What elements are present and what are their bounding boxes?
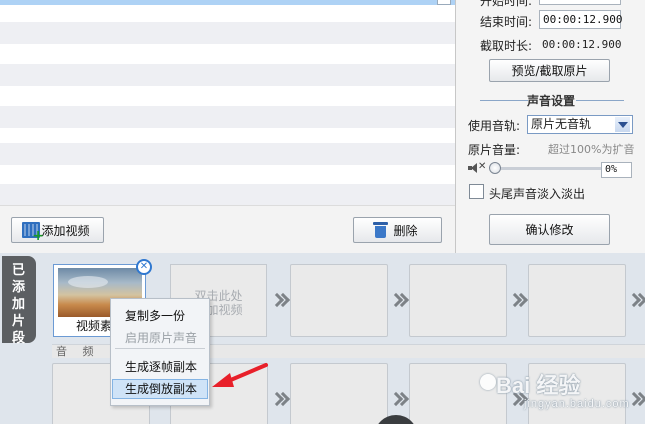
audio-track-selected: 原片无音轨 bbox=[531, 117, 592, 131]
chevron-right-icon bbox=[391, 393, 407, 407]
list-toolbar: 添加视频 删除 bbox=[0, 205, 455, 253]
clip-context-menu: 复制多一份 启用原片声音 生成逐帧副本 生成倒放副本 bbox=[110, 298, 210, 406]
end-time-label: 结束时间: bbox=[480, 15, 533, 29]
menu-item-duplicate[interactable]: 复制多一份 bbox=[112, 306, 208, 326]
delete-button[interactable]: 删除 bbox=[353, 217, 442, 243]
chevron-right-icon bbox=[391, 294, 407, 308]
watermark-logo: Bai 经验 bbox=[496, 373, 581, 398]
clip-settings-panel: 开始时间: 结束时间: 00:00:12.900 截取时长: 00:00:12.… bbox=[455, 0, 645, 253]
divider bbox=[576, 100, 624, 101]
volume-field[interactable]: 0% bbox=[601, 162, 632, 178]
empty-slot[interactable] bbox=[290, 264, 388, 337]
duration-value: 00:00:12.900 bbox=[542, 38, 622, 51]
add-video-button[interactable]: 添加视频 bbox=[11, 217, 104, 244]
list-row[interactable] bbox=[0, 44, 455, 66]
volume-slider-handle[interactable] bbox=[489, 162, 501, 174]
list-row[interactable] bbox=[0, 86, 455, 108]
add-video-label: 添加视频 bbox=[41, 223, 90, 238]
confirm-button[interactable]: 确认修改 bbox=[489, 214, 610, 245]
baidu-watermark: Bai 经验 jingyan.baidu.com bbox=[480, 368, 645, 424]
list-row[interactable] bbox=[0, 64, 455, 86]
menu-item-enable-source-audio: 启用原片声音 bbox=[125, 331, 198, 345]
trash-icon bbox=[373, 222, 388, 238]
video-file-list[interactable] bbox=[0, 0, 455, 205]
delete-label: 删除 bbox=[393, 223, 418, 238]
fade-label: 头尾声音淡入淡出 bbox=[489, 187, 586, 201]
end-time-field[interactable]: 00:00:12.900 bbox=[539, 10, 622, 29]
start-time-field[interactable] bbox=[539, 0, 621, 5]
audio-track-label: 使用音轨: bbox=[468, 119, 521, 133]
chevron-right-icon bbox=[272, 393, 288, 407]
duration-label: 截取时长: bbox=[480, 39, 533, 53]
menu-item-reverse-copy[interactable]: 生成倒放副本 bbox=[112, 379, 208, 399]
watermark-url: jingyan.baidu.com bbox=[524, 398, 630, 410]
annotation-arrow bbox=[212, 363, 268, 387]
list-row[interactable] bbox=[0, 184, 455, 205]
audio-track-select[interactable]: 原片无音轨 bbox=[527, 115, 633, 134]
close-icon[interactable]: ✕ bbox=[136, 259, 152, 275]
preview-cut-button[interactable]: 预览/截取原片 bbox=[489, 59, 610, 82]
editor-top-area: 添加视频 删除 开始时间: 结束时间: 00:00:12.900 截取时长: 0… bbox=[0, 0, 645, 253]
start-time-label: 开始时间: bbox=[480, 0, 533, 8]
chevron-right-icon bbox=[629, 294, 645, 308]
menu-item-frame-by-frame-copy[interactable]: 生成逐帧副本 bbox=[112, 357, 208, 377]
paw-icon bbox=[480, 374, 496, 390]
added-clips-tab[interactable]: 已 添 加 片 段 bbox=[2, 256, 36, 346]
list-row[interactable] bbox=[0, 22, 455, 44]
chevron-right-icon bbox=[510, 294, 526, 308]
film-add-icon bbox=[22, 222, 44, 244]
chevron-down-icon[interactable] bbox=[615, 117, 630, 132]
menu-separator bbox=[115, 348, 205, 349]
chevron-right-icon bbox=[272, 294, 288, 308]
volume-label: 原片音量: bbox=[468, 143, 521, 157]
empty-slot[interactable] bbox=[528, 264, 626, 337]
list-row[interactable] bbox=[0, 106, 455, 128]
list-row[interactable] bbox=[0, 143, 455, 165]
mute-icon: ✕ bbox=[478, 161, 487, 172]
audio-slot[interactable] bbox=[290, 363, 388, 424]
fade-checkbox[interactable] bbox=[469, 184, 484, 199]
empty-slot[interactable] bbox=[409, 264, 507, 337]
volume-hint: 超过100%为扩音 bbox=[548, 143, 635, 156]
speaker-icon[interactable] bbox=[468, 163, 477, 173]
